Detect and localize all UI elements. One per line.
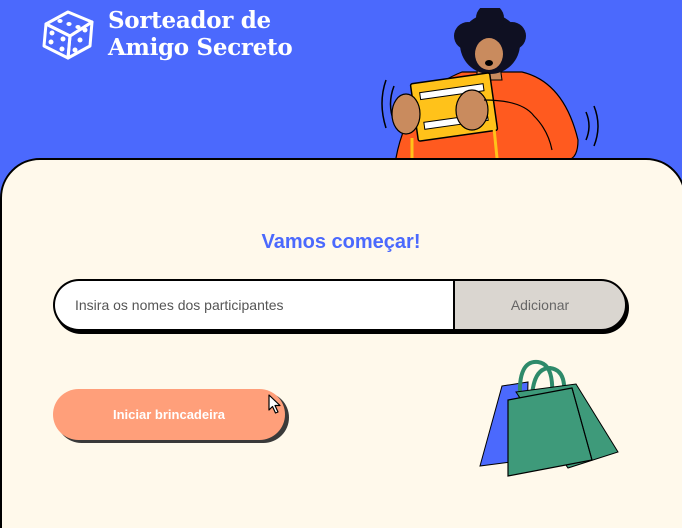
app-title-line2: Amigo Secreto	[108, 34, 293, 61]
start-game-button[interactable]: Iniciar brincadeira	[53, 389, 285, 440]
app-title: Sorteador de Amigo Secreto	[108, 7, 293, 61]
app-title-line1: Sorteador de	[108, 7, 271, 34]
participant-name-input[interactable]	[53, 279, 455, 331]
dice-icon	[42, 10, 94, 60]
add-button[interactable]: Adicionar	[453, 279, 627, 331]
mouse-cursor-icon	[268, 394, 281, 414]
logo: Sorteador de Amigo Secreto	[38, 6, 293, 62]
header: Sorteador de Amigo Secreto	[0, 0, 682, 180]
person-holding-gift-icon	[381, 8, 599, 180]
participant-form: Adicionar	[53, 279, 629, 334]
start-button-wrap: Iniciar brincadeira	[53, 389, 289, 443]
page-title: Vamos começar!	[261, 231, 421, 253]
shopping-bags-icon	[479, 359, 619, 477]
